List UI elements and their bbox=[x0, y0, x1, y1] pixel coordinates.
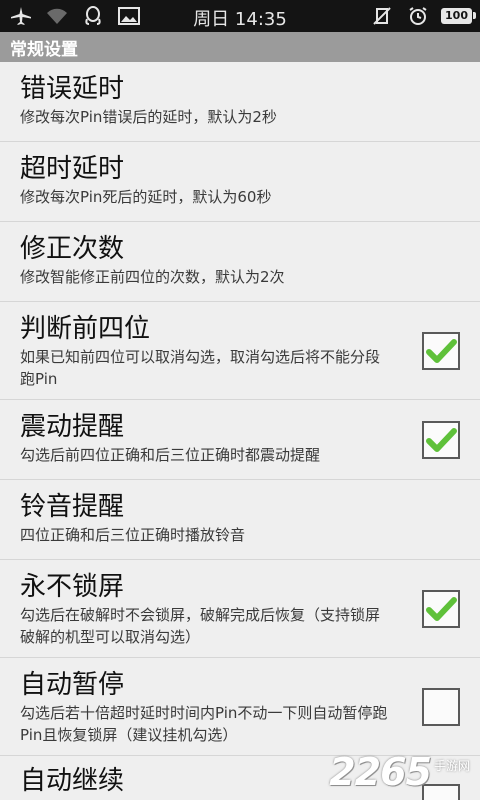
pref-summary: 勾选后在破解时不会锁屏，破解完成后恢复（支持锁屏破解的机型可以取消勾选） bbox=[20, 606, 381, 646]
checkbox-checked[interactable] bbox=[422, 420, 460, 459]
pref-check-first-four[interactable]: 判断前四位 如果已知前四位可以取消勾选，取消勾选后将不能分段跑Pin bbox=[0, 302, 480, 400]
pref-correction-count[interactable]: 修正次数 修改智能修正前四位的次数，默认为2次 bbox=[0, 222, 480, 302]
checkmark-icon bbox=[426, 338, 457, 363]
checkmark-icon bbox=[426, 427, 457, 452]
watermark-number: 2265 bbox=[329, 750, 432, 794]
pref-title: 修正次数 bbox=[20, 234, 125, 264]
pref-timeout-delay[interactable]: 超时延时 修改每次Pin死后的延时，默认为60秒 bbox=[0, 142, 480, 222]
pref-summary: 勾选后前四位正确和后三位正确时都震动提醒 bbox=[20, 446, 321, 464]
pref-title: 永不锁屏 bbox=[20, 572, 125, 602]
pref-vibrate-alert[interactable]: 震动提醒 勾选后前四位正确和后三位正确时都震动提醒 bbox=[0, 400, 480, 480]
pref-title: 自动暂停 bbox=[20, 670, 125, 700]
pref-never-lock-screen[interactable]: 永不锁屏 勾选后在破解时不会锁屏，破解完成后恢复（支持锁屏破解的机型可以取消勾选… bbox=[0, 560, 480, 658]
category-header: 常规设置 bbox=[0, 32, 480, 62]
pref-ringtone-alert[interactable]: 铃音提醒 四位正确和后三位正确时播放铃音 bbox=[0, 480, 480, 560]
pref-title: 震动提醒 bbox=[20, 412, 125, 442]
pref-summary: 如果已知前四位可以取消勾选，取消勾选后将不能分段跑Pin bbox=[20, 348, 381, 388]
pref-summary: 修改每次Pin错误后的延时，默认为2秒 bbox=[20, 108, 277, 126]
battery-icon: 100 bbox=[441, 8, 476, 24]
pref-error-delay[interactable]: 错误延时 修改每次Pin错误后的延时，默认为2秒 bbox=[0, 62, 480, 142]
checkbox-checked[interactable] bbox=[422, 331, 460, 370]
pref-summary: 四位正确和后三位正确时播放铃音 bbox=[20, 526, 246, 544]
checkbox-checked[interactable] bbox=[422, 589, 460, 628]
pref-summary: 勾选后若十倍超时延时时间内Pin不动一下则自动暂停跑Pin且恢复锁屏（建议挂机勾… bbox=[20, 704, 388, 744]
watermark-sub: 手游网 bbox=[433, 759, 470, 773]
pref-title: 判断前四位 bbox=[20, 314, 151, 344]
watermark-logo: 2265 手游网 bbox=[329, 750, 470, 794]
status-time: 周日 14:35 bbox=[193, 9, 287, 30]
checkmark-icon bbox=[426, 596, 457, 621]
pref-title: 错误延时 bbox=[20, 74, 125, 104]
preference-list[interactable]: 错误延时 修改每次Pin错误后的延时，默认为2秒 超时延时 修改每次Pin死后的… bbox=[0, 62, 480, 800]
pref-summary: 修改每次Pin死后的延时，默认为60秒 bbox=[20, 188, 272, 206]
checkbox-unchecked[interactable] bbox=[422, 687, 460, 726]
pref-auto-pause[interactable]: 自动暂停 勾选后若十倍超时延时时间内Pin不动一下则自动暂停跑Pin且恢复锁屏（… bbox=[0, 658, 480, 756]
pref-title: 超时延时 bbox=[20, 154, 125, 184]
status-bar: 周日 14:35 100 bbox=[0, 0, 480, 32]
pref-summary: 修改智能修正前四位的次数，默认为2次 bbox=[20, 268, 285, 286]
pref-title: 铃音提醒 bbox=[20, 492, 125, 522]
